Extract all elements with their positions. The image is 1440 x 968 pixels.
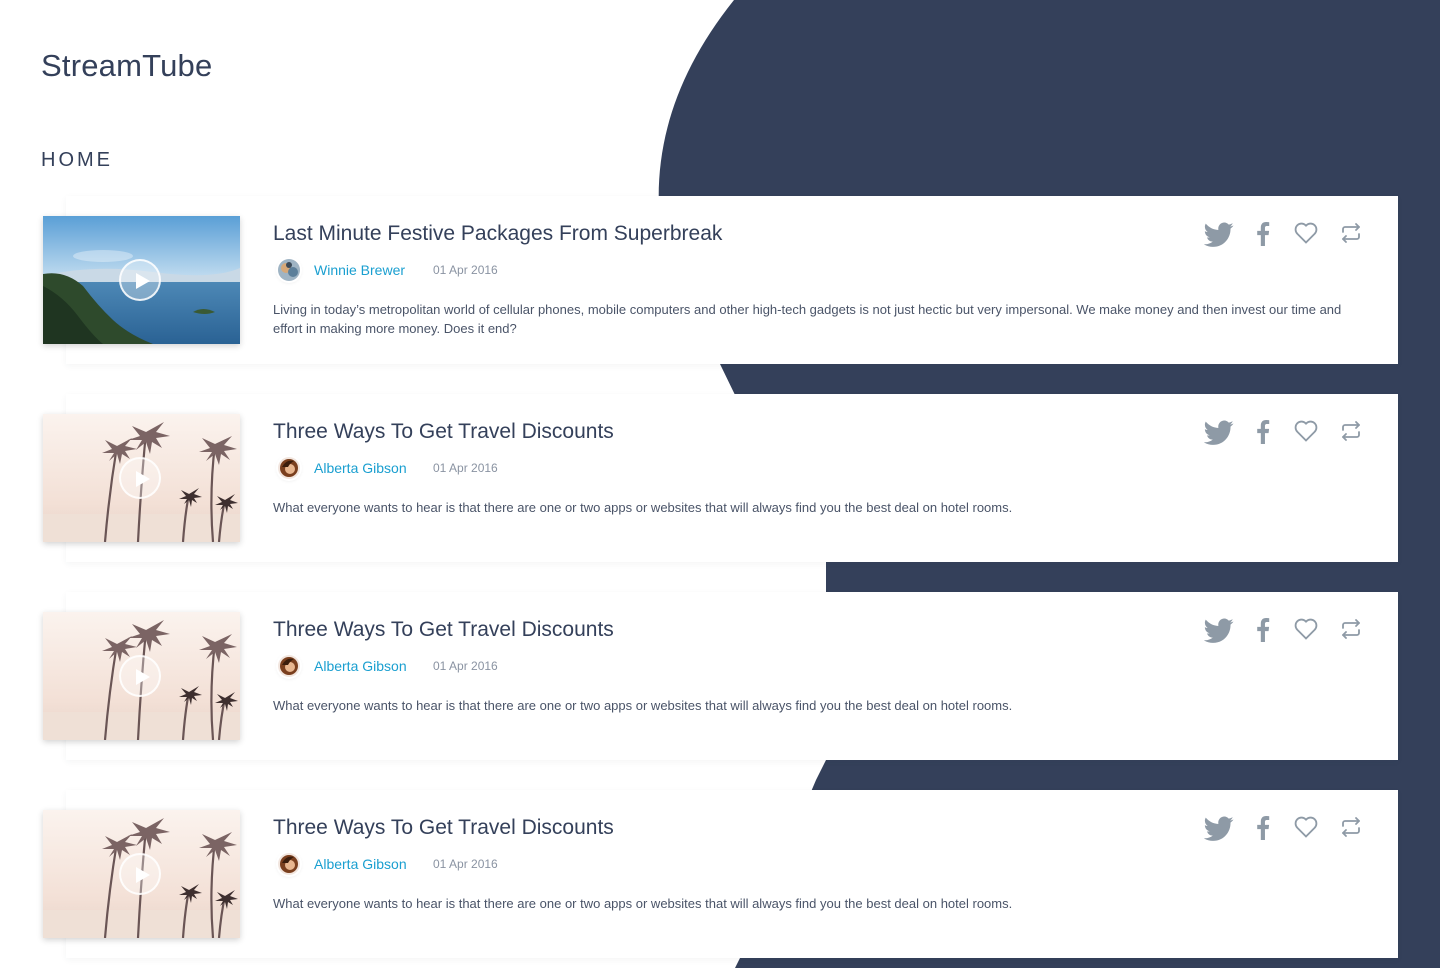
repost-button[interactable] (1340, 222, 1362, 248)
publish-date: 01 Apr 2016 (433, 857, 498, 871)
twitter-icon (1204, 420, 1234, 445)
facebook-icon (1257, 618, 1270, 642)
heart-icon (1294, 222, 1318, 244)
video-thumbnail[interactable] (43, 612, 240, 740)
video-meta: Alberta Gibson 01 Apr 2016 (278, 852, 878, 876)
facebook-share-button[interactable] (1256, 618, 1270, 644)
repost-icon (1342, 817, 1360, 837)
video-thumbnail[interactable] (43, 216, 240, 344)
twitter-share-button[interactable] (1204, 618, 1234, 644)
like-button[interactable] (1294, 816, 1318, 842)
twitter-share-button[interactable] (1204, 222, 1234, 248)
facebook-share-button[interactable] (1256, 222, 1270, 248)
video-card: Three Ways To Get Travel Discounts Alber… (43, 790, 1398, 958)
heart-icon (1294, 816, 1318, 838)
facebook-icon (1257, 420, 1270, 444)
share-actions (1204, 816, 1368, 842)
video-card: Three Ways To Get Travel Discounts Alber… (43, 394, 1398, 562)
play-button[interactable] (119, 655, 161, 697)
twitter-icon (1204, 618, 1234, 643)
author-link[interactable]: Winnie Brewer (314, 262, 405, 278)
video-title[interactable]: Three Ways To Get Travel Discounts (273, 618, 614, 642)
play-button[interactable] (119, 853, 161, 895)
video-card: Last Minute Festive Packages From Superb… (43, 196, 1398, 364)
video-title[interactable]: Last Minute Festive Packages From Superb… (273, 222, 722, 246)
video-description: Living in today’s metropolitan world of … (273, 302, 1342, 336)
share-actions (1204, 618, 1368, 644)
play-button[interactable] (119, 259, 161, 301)
video-thumbnail[interactable] (43, 810, 240, 938)
video-title[interactable]: Three Ways To Get Travel Discounts (273, 816, 614, 840)
play-icon (136, 273, 150, 289)
author-link[interactable]: Alberta Gibson (314, 856, 407, 872)
author-avatar[interactable] (278, 655, 300, 677)
video-meta: Alberta Gibson 01 Apr 2016 (278, 654, 878, 678)
facebook-share-button[interactable] (1256, 420, 1270, 446)
play-icon (136, 669, 150, 685)
play-icon (136, 867, 150, 883)
like-button[interactable] (1294, 618, 1318, 644)
publish-date: 01 Apr 2016 (433, 461, 498, 475)
video-meta: Winnie Brewer 01 Apr 2016 (278, 258, 878, 282)
publish-date: 01 Apr 2016 (433, 263, 498, 277)
twitter-share-button[interactable] (1204, 816, 1234, 842)
twitter-icon (1204, 222, 1234, 247)
author-link[interactable]: Alberta Gibson (314, 460, 407, 476)
author-avatar[interactable] (278, 457, 300, 479)
repost-button[interactable] (1340, 618, 1362, 644)
share-actions (1204, 420, 1368, 446)
video-description: What everyone wants to hear is that ther… (273, 896, 1013, 911)
like-button[interactable] (1294, 222, 1318, 248)
repost-icon (1342, 421, 1360, 441)
repost-button[interactable] (1340, 816, 1362, 842)
video-feed: Last Minute Festive Packages From Superb… (0, 0, 1440, 968)
video-card: Three Ways To Get Travel Discounts Alber… (43, 592, 1398, 760)
author-avatar[interactable] (278, 259, 300, 281)
video-title[interactable]: Three Ways To Get Travel Discounts (273, 420, 614, 444)
twitter-icon (1204, 816, 1234, 841)
heart-icon (1294, 420, 1318, 442)
video-meta: Alberta Gibson 01 Apr 2016 (278, 456, 878, 480)
facebook-share-button[interactable] (1256, 816, 1270, 842)
like-button[interactable] (1294, 420, 1318, 446)
heart-icon (1294, 618, 1318, 640)
repost-button[interactable] (1340, 420, 1362, 446)
author-link[interactable]: Alberta Gibson (314, 658, 407, 674)
video-description: What everyone wants to hear is that ther… (273, 698, 1013, 713)
video-thumbnail[interactable] (43, 414, 240, 542)
repost-icon (1342, 223, 1360, 243)
facebook-icon (1257, 222, 1270, 246)
publish-date: 01 Apr 2016 (433, 659, 498, 673)
twitter-share-button[interactable] (1204, 420, 1234, 446)
play-icon (136, 471, 150, 487)
play-button[interactable] (119, 457, 161, 499)
facebook-icon (1257, 816, 1270, 840)
author-avatar[interactable] (278, 853, 300, 875)
repost-icon (1342, 619, 1360, 639)
share-actions (1204, 222, 1368, 248)
video-description: What everyone wants to hear is that ther… (273, 500, 1013, 515)
